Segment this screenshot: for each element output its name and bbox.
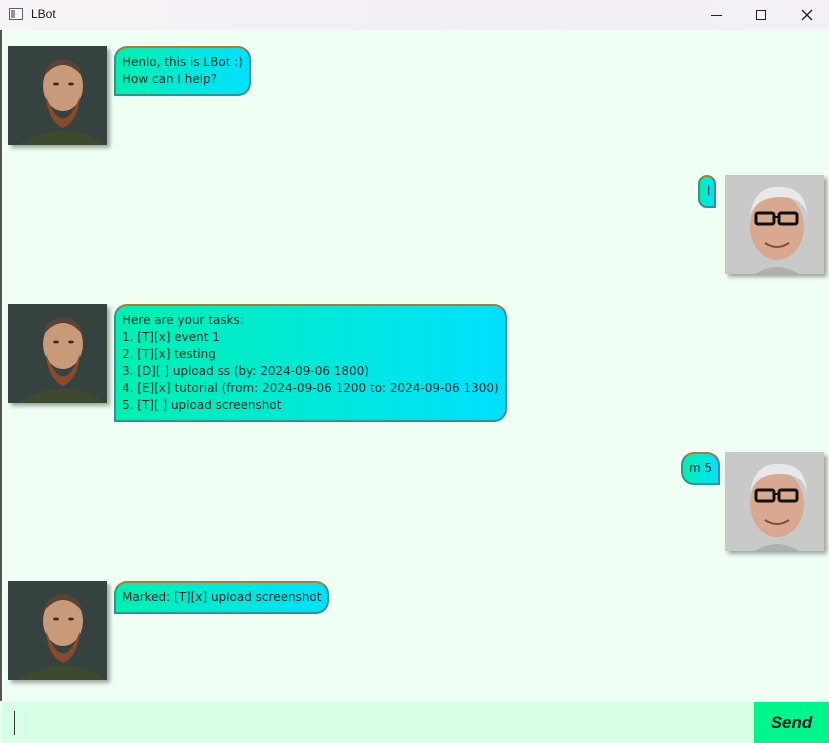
window-title: LBot [31, 7, 56, 21]
close-icon [801, 9, 813, 21]
app-window-icon [9, 8, 23, 20]
bot-message-bubble: Marked: [T][x] upload screenshot [114, 581, 330, 614]
maximize-icon [756, 10, 766, 20]
text-caret [14, 711, 15, 735]
maximize-button[interactable] [738, 0, 784, 30]
bot-avatar [8, 304, 107, 403]
send-button[interactable]: Send [754, 702, 829, 743]
bot-message-bubble: Here are your tasks: 1. [T][x] event 1 2… [114, 304, 507, 422]
minimize-icon [710, 14, 722, 16]
user-avatar [725, 175, 824, 274]
user-message-bubble: l [698, 175, 717, 208]
minimize-button[interactable] [693, 0, 739, 30]
bot-avatar [8, 46, 107, 145]
user-message-bubble: m 5 [681, 452, 721, 485]
message-input[interactable] [2, 702, 754, 743]
close-button[interactable] [784, 0, 829, 30]
title-bar: LBot [0, 0, 829, 30]
user-avatar [725, 452, 824, 551]
bot-message-bubble: Henlo, this is LBot :) How can I help? [114, 46, 251, 96]
bot-avatar [8, 581, 107, 680]
